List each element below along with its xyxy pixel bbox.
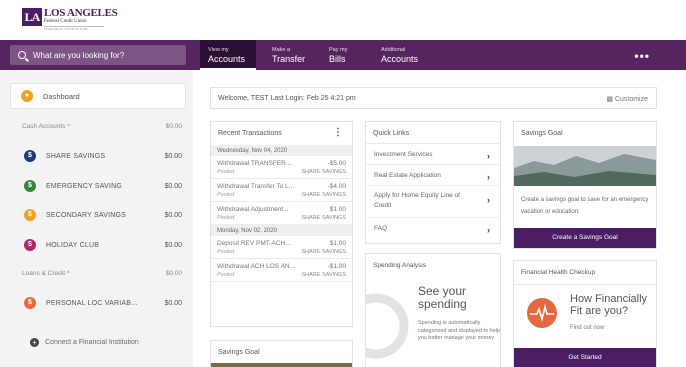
dashboard-icon: ● [21, 90, 33, 102]
brand-logo[interactable]: LA LOS ANGELES Federal Credit Union ENRI… [22, 7, 118, 34]
quick-link-investment-services[interactable]: Investment Services › [366, 144, 500, 165]
savings-goal-landscape-image [514, 146, 656, 186]
savings-goal-title-2: Savings Goal [218, 349, 260, 356]
create-savings-goal-button[interactable]: Create a Savings Goal [514, 228, 656, 248]
nav-accounts[interactable]: View my Accounts [200, 40, 256, 70]
search-placeholder: What are you looking for? [33, 50, 125, 60]
loans-credit-total: $0.00 [165, 270, 182, 277]
financial-health-headline: How Financially Fit are you? [570, 293, 648, 317]
spending-analysis-card: Spending Analysis See your spending Spen… [365, 253, 501, 367]
financial-health-subtext: Find out now [570, 325, 605, 331]
account-emergency-saving[interactable]: $ EMERGENCY SAVING $0.00 [24, 179, 182, 193]
logo-subname: Federal Credit Union [44, 19, 87, 24]
sidebar-item-dashboard[interactable]: ● Dashboard [10, 83, 186, 109]
financial-health-card: Financial Health Checkup How Financially… [513, 260, 657, 367]
transaction-date-header: Wednesday, Nov 04, 2020 [211, 145, 352, 156]
chevron-right-icon: › [487, 225, 490, 235]
connect-institution-link[interactable]: + Connect a Financial Institution [30, 338, 139, 347]
transaction-date-header: Monday, Nov 02, 2020 [211, 225, 352, 236]
top-bar: LA LOS ANGELES Federal Credit Union ENRI… [0, 0, 686, 40]
transaction-row[interactable]: Withdrawal Adjustment... $1.00 Posted SH… [211, 202, 352, 225]
nav-bills[interactable]: Pay my Bills [329, 40, 369, 70]
search-input[interactable]: What are you looking for? [10, 45, 186, 65]
recent-transactions-card: Recent Transactions ⋮ Wednesday, Nov 04,… [210, 121, 353, 327]
savings-goal-text: Create a savings goal to save for an eme… [521, 197, 649, 215]
spending-description: Spending is automatically categorized an… [418, 320, 500, 341]
more-menu-icon[interactable]: ••• [634, 49, 650, 63]
logo-name: LOS ANGELES [44, 7, 118, 19]
cash-accounts-header[interactable]: Cash Accounts ^ $0.00 [22, 123, 182, 130]
savings-goal-card: Savings Goal Create a savings goal to sa… [513, 121, 657, 249]
nav-transfer[interactable]: Make a Transfer [272, 40, 322, 70]
account-personal-loc[interactable]: $ PERSONAL LOC VARIAB... $0.00 [24, 296, 182, 310]
heartbeat-icon [527, 298, 557, 328]
plus-icon: + [30, 338, 39, 347]
savings-goal-title: Savings Goal [521, 130, 563, 137]
savings-goal-card-2: Savings Goal [210, 340, 353, 367]
dollar-icon: $ [24, 150, 36, 162]
spending-headline: See your spending [418, 284, 467, 311]
loans-credit-header[interactable]: Loans & Credit ^ $0.00 [22, 270, 182, 277]
logo-mark: LA [22, 8, 42, 26]
transaction-row[interactable]: Withdrawal ACH LOS AN... -$1.00 Posted S… [211, 259, 352, 282]
chevron-right-icon: › [487, 151, 490, 161]
recent-transactions-title: Recent Transactions [218, 130, 282, 137]
sidebar: ● Dashboard Cash Accounts ^ $0.00 $ SHAR… [0, 70, 193, 367]
spending-analysis-title: Spending Analysis [373, 262, 427, 269]
nav-additional-accounts[interactable]: Additional Accounts [381, 40, 441, 70]
dollar-icon: $ [24, 180, 36, 192]
financial-health-title: Financial Health Checkup [514, 261, 656, 285]
grid-icon: ▦ [606, 96, 615, 103]
transaction-row[interactable]: Withdrawal TRANSFER... -$5.00 Posted SHA… [211, 156, 352, 179]
chevron-right-icon: › [487, 195, 490, 205]
account-share-savings[interactable]: $ SHARE SAVINGS $0.00 [24, 149, 182, 163]
dollar-icon: $ [24, 239, 36, 251]
dashboard-label: Dashboard [43, 91, 80, 101]
account-holiday-club[interactable]: $ HOLIDAY CLUB $0.00 [24, 238, 182, 252]
customize-button[interactable]: ▦ Customize [606, 95, 648, 103]
spending-donut-chart [366, 293, 409, 359]
cash-accounts-total: $0.00 [165, 123, 182, 130]
quick-links-title: Quick Links [366, 122, 500, 144]
quick-links-card: Quick Links Investment Services › Real E… [365, 121, 501, 244]
get-started-button[interactable]: Get Started [514, 348, 656, 367]
main-nav: What are you looking for? View my Accoun… [0, 40, 686, 70]
dollar-icon: $ [24, 297, 36, 309]
account-secondary-savings[interactable]: $ SECONDARY SAVINGS $0.00 [24, 208, 182, 222]
quick-link-faq[interactable]: FAQ › [366, 218, 500, 239]
logo-tagline: ENRICHING YOUR FUTURE [44, 26, 104, 32]
search-icon [18, 51, 26, 59]
quick-link-real-estate-application[interactable]: Real Estate Application › [366, 165, 500, 186]
welcome-text: Welcome, TEST Last Login: Feb 25 4:21 pm [218, 95, 356, 102]
welcome-bar: Welcome, TEST Last Login: Feb 25 4:21 pm… [210, 87, 657, 109]
transaction-row[interactable]: Withdrawal Transfer To L... -$4.00 Poste… [211, 179, 352, 202]
kebab-menu-icon[interactable]: ⋮ [333, 127, 343, 138]
chevron-right-icon: › [487, 172, 490, 182]
dollar-icon: $ [24, 209, 36, 221]
quick-link-home-equity[interactable]: Apply for Home Equity Line of Credit › [366, 186, 500, 218]
savings-goal-image [211, 363, 352, 367]
transaction-row[interactable]: Deposit REV PMT-ACH... $1.00 Posted SHAR… [211, 236, 352, 259]
